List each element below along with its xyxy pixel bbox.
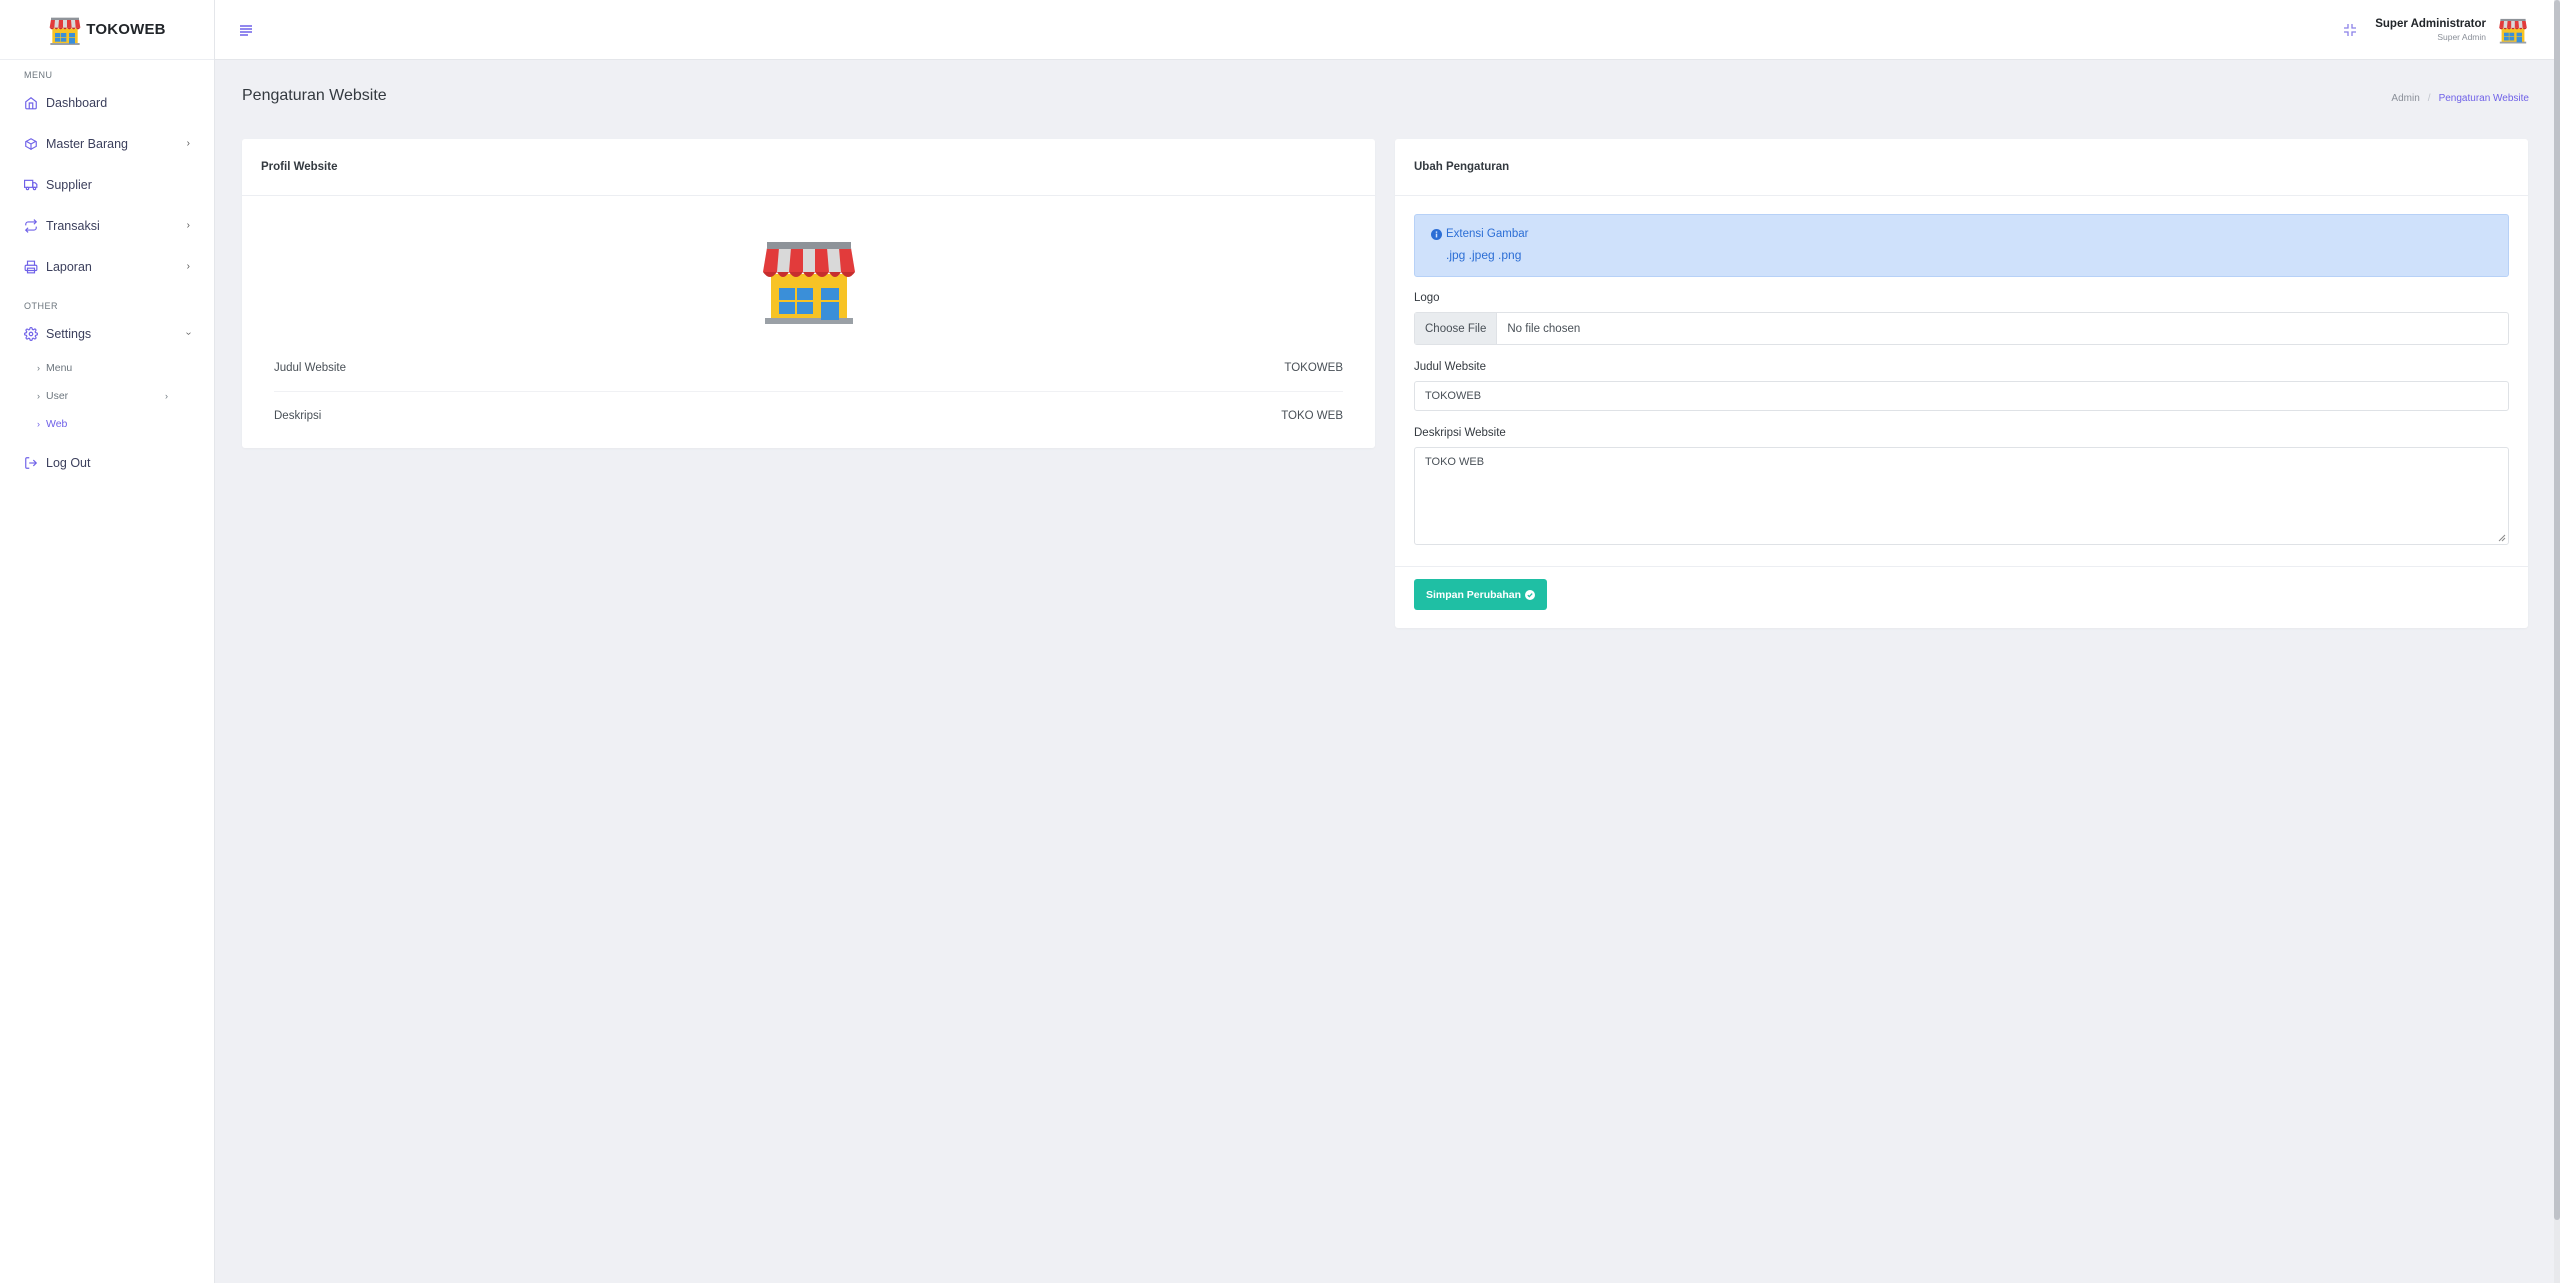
breadcrumb-separator: / (2427, 93, 2431, 104)
chevron-right-icon: › (186, 220, 190, 231)
judul-website-input[interactable]: TOKOWEB (1414, 381, 2509, 411)
choose-file-button[interactable]: Choose File (1415, 313, 1498, 344)
topbar: Super Administrator Super Admin (215, 0, 2560, 60)
truck-icon (24, 178, 38, 192)
info-icon (1431, 228, 1442, 240)
sidebar-item-label: Laporan (46, 259, 92, 274)
box-icon (24, 137, 38, 151)
profile-card-title: Profil Website (242, 139, 1375, 196)
sidebar-item-label: Transaksi (46, 218, 100, 233)
alert-title: Extensi Gambar (1446, 228, 1529, 240)
chevron-right-icon: › (186, 261, 190, 272)
image-extension-alert: Extensi Gambar .jpg .jpeg .png (1414, 214, 2509, 277)
sidebar-item-dashboard[interactable]: Dashboard (0, 82, 214, 123)
user-info[interactable]: Super Administrator Super Admin (2375, 18, 2486, 42)
website-logo-image (759, 234, 859, 324)
user-role: Super Admin (2437, 32, 2486, 42)
sidebar-item-laporan[interactable]: Laporan › (0, 246, 214, 287)
sidebar-subitem-label: Web (46, 418, 68, 430)
info-value: TOKO WEB (1281, 409, 1343, 422)
sidebar-item-logout[interactable]: Log Out (0, 442, 214, 483)
save-button-label: Simpan Perubahan (1425, 588, 1522, 601)
sidebar-item-label: Master Barang (46, 136, 128, 151)
textarea-value: TOKO WEB (1425, 456, 1485, 468)
deskripsi-website-label: Deskripsi Website (1414, 427, 1506, 439)
printer-icon (24, 260, 38, 274)
sidebar-item-label: Dashboard (46, 95, 108, 110)
page-scrollbar[interactable] (2554, 0, 2560, 1283)
check-circle-icon (1525, 589, 1536, 600)
sidebar-subitem-web[interactable]: › Web (0, 410, 214, 438)
sidebar-item-label: Supplier (46, 177, 92, 192)
file-status: No file chosen (1507, 322, 1581, 335)
save-changes-button[interactable]: Simpan Perubahan (1414, 579, 1547, 610)
menu-section-title: MENU (24, 70, 53, 80)
info-label: Deskripsi (274, 409, 322, 422)
logout-icon (24, 456, 38, 470)
other-section-title: OTHER (24, 301, 58, 311)
sidebar: TOKOWEB MENU Dashboard Master Barang › S… (0, 0, 215, 1283)
fullscreen-icon[interactable] (2343, 23, 2357, 37)
home-icon (24, 96, 38, 110)
alert-text: .jpg .jpeg .png (1446, 248, 1522, 262)
info-row-deskripsi: Deskripsi TOKO WEB (274, 392, 1343, 439)
menu-toggle-icon[interactable] (239, 23, 253, 37)
info-value: TOKOWEB (1284, 362, 1343, 374)
settings-card-title: Ubah Pengaturan (1395, 139, 2528, 196)
sidebar-item-settings[interactable]: Settings › (0, 313, 214, 354)
chevron-right-icon: › (37, 391, 40, 401)
breadcrumb-item-admin[interactable]: Admin (2391, 93, 2419, 104)
logo-label: Logo (1414, 292, 1440, 304)
breadcrumb: Admin / Pengaturan Website (2391, 93, 2529, 104)
chevron-down-icon: › (182, 331, 194, 336)
sidebar-subitem-menu[interactable]: › Menu (0, 354, 214, 382)
sidebar-subitem-label: Menu (46, 362, 73, 374)
resize-grip-icon[interactable] (2498, 534, 2506, 542)
chevron-right-icon: › (165, 391, 168, 401)
judul-website-label: Judul Website (1414, 361, 1487, 373)
repeat-icon (24, 218, 38, 233)
info-row-judul: Judul Website TOKOWEB (274, 345, 1343, 392)
sidebar-subitem-user[interactable]: › User › (0, 382, 214, 410)
sidebar-item-label: Log Out (46, 455, 91, 470)
scrollbar-thumb[interactable] (2554, 0, 2560, 1220)
avatar[interactable] (2498, 16, 2528, 44)
chevron-right-icon: › (37, 419, 40, 429)
deskripsi-website-textarea[interactable]: TOKO WEB (1414, 447, 2509, 545)
settings-card: Ubah Pengaturan Extensi Gambar .jpg .jpe… (1395, 139, 2528, 628)
profile-card: Profil Website Judul Website TOKOWEB Des… (242, 139, 1375, 448)
logo-file-input[interactable]: Choose File No file chosen (1414, 312, 2509, 345)
sidebar-item-label: Settings (46, 326, 92, 341)
sidebar-subitem-label: User (46, 390, 69, 402)
chevron-right-icon: › (37, 363, 40, 373)
shop-icon (48, 15, 82, 45)
gear-icon (24, 326, 38, 341)
sidebar-item-supplier[interactable]: Supplier (0, 164, 214, 205)
brand[interactable]: TOKOWEB (0, 0, 214, 60)
card-footer-divider (1395, 566, 2528, 567)
user-name: Super Administrator (2375, 18, 2486, 30)
page-title: Pengaturan Website (242, 87, 387, 104)
brand-name: TOKOWEB (86, 21, 166, 38)
sidebar-item-transaksi[interactable]: Transaksi › (0, 205, 214, 246)
sidebar-item-master-barang[interactable]: Master Barang › (0, 123, 214, 164)
breadcrumb-item-current: Pengaturan Website (2438, 93, 2529, 104)
chevron-right-icon: › (186, 138, 190, 149)
info-label: Judul Website (274, 362, 347, 374)
